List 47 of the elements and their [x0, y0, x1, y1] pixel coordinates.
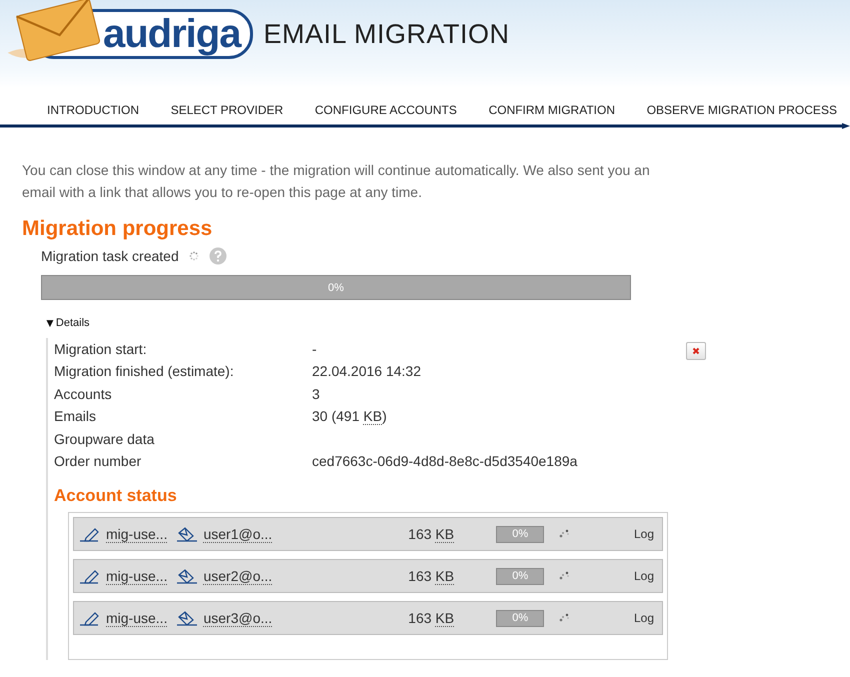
section-heading: Migration progress — [22, 217, 214, 241]
envelope-icon — [175, 568, 200, 584]
source-account-link[interactable]: mig-use... — [106, 526, 168, 543]
detail-label: Order number — [54, 452, 142, 472]
spinner-icon — [558, 612, 570, 624]
target-account-link[interactable]: user1@o... — [203, 526, 272, 543]
target-account-link[interactable]: user2@o... — [203, 568, 272, 585]
detail-label: Migration finished (estimate): — [54, 362, 235, 382]
source-account-link[interactable]: mig-use... — [106, 610, 168, 627]
target-account-link[interactable]: user3@o... — [203, 610, 272, 627]
close-button[interactable] — [686, 342, 706, 360]
progress-reading: 0% — [512, 612, 528, 624]
spinner-icon — [558, 570, 570, 582]
detail-label: Accounts — [54, 384, 113, 404]
account-size: 163 KB — [408, 610, 456, 626]
step-label: CONFIGURE ACCOUNTS — [314, 103, 457, 117]
log-link[interactable]: Log — [634, 569, 654, 584]
detail-value: 30 (491 KB) — [312, 407, 388, 428]
log-link[interactable]: Log — [634, 527, 654, 542]
spinner-icon — [188, 251, 199, 261]
detail-value: - — [312, 340, 318, 359]
close-icon — [691, 346, 701, 356]
spinner-icon — [558, 528, 570, 540]
progress-reading: 0% — [512, 528, 528, 540]
detail-label: Emails — [54, 407, 98, 426]
envelope-icon — [175, 610, 200, 626]
step-label: INTRODUCTION — [47, 103, 139, 117]
account-size: 163 KB — [408, 526, 456, 542]
step-label: OBSERVE MIGRATION PROCESS — [646, 103, 837, 117]
intro-text: You can close this window at any time - the migration will continue automatically. We also sent you an email with a link that allows you to re-open this page at any time. — [22, 161, 651, 202]
detail-label: Migration start: — [54, 340, 148, 359]
detail-value: ced7663c-06d9-4d8d-8e8c-d5d3540e189a — [312, 452, 578, 472]
detail-label: Groupware data — [54, 430, 156, 449]
log-link[interactable]: Log — [634, 611, 654, 626]
progress-reading: 0% — [328, 282, 344, 294]
details-toggle[interactable]: ▼Details — [44, 316, 90, 330]
account-size: 163 KB — [408, 568, 456, 584]
progress-reading: 0% — [512, 570, 528, 582]
app-title: EMAIL MIGRATION — [263, 18, 510, 50]
source-account-link[interactable]: mig-use... — [106, 568, 168, 585]
step-label: CONFIRM MIGRATION — [488, 103, 615, 117]
section-heading: Account status — [54, 486, 178, 506]
detail-value: 22.04.2016 14:32 — [312, 362, 422, 382]
status-text: Migration task created — [41, 248, 179, 264]
envelope-icon — [175, 526, 200, 542]
detail-value: 3 — [312, 384, 321, 404]
step-label: SELECT PROVIDER — [170, 103, 284, 117]
